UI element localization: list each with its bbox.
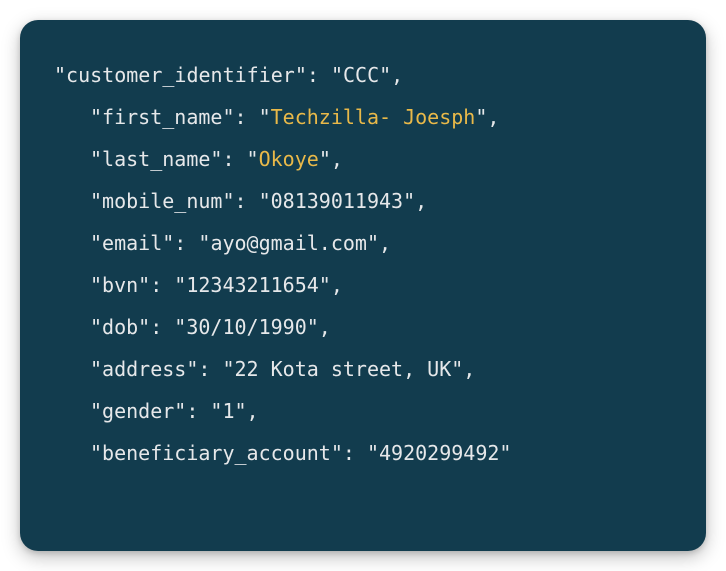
code-line: "last_name": "Okoye", xyxy=(54,138,672,180)
code-line: "bvn": "12343211654", xyxy=(54,264,672,306)
code-line: "email": "ayo@gmail.com", xyxy=(54,222,672,264)
json-value: 08139011943 xyxy=(271,189,403,213)
json-value: CCC xyxy=(343,63,379,87)
json-key: customer_identifier xyxy=(66,63,295,87)
json-key: address xyxy=(102,357,186,381)
code-line: "gender": "1", xyxy=(54,390,672,432)
json-key: bvn xyxy=(102,273,138,297)
code-line: "mobile_num": "08139011943", xyxy=(54,180,672,222)
json-key: mobile_num xyxy=(102,189,222,213)
code-line: "first_name": "Techzilla- Joesph", xyxy=(54,96,672,138)
json-value: 1 xyxy=(222,399,234,423)
json-value-highlighted: Techzilla- Joesph xyxy=(271,105,476,129)
json-code-block: "customer_identifier": "CCC", "first_nam… xyxy=(20,20,706,551)
json-value: 4920299492 xyxy=(379,441,499,465)
json-key: last_name xyxy=(102,147,210,171)
code-line: "customer_identifier": "CCC", xyxy=(54,54,672,96)
json-key: email xyxy=(102,231,162,255)
json-value: ayo@gmail.com xyxy=(210,231,367,255)
json-key: gender xyxy=(102,399,174,423)
json-key: first_name xyxy=(102,105,222,129)
code-line: "dob": "30/10/1990", xyxy=(54,306,672,348)
json-key: dob xyxy=(102,315,138,339)
json-value-highlighted: Okoye xyxy=(259,147,319,171)
json-value: 12343211654 xyxy=(186,273,318,297)
json-value: 22 Kota street, UK xyxy=(235,357,452,381)
json-value: 30/10/1990 xyxy=(186,315,306,339)
json-key: beneficiary_account xyxy=(102,441,331,465)
code-line: "address": "22 Kota street, UK", xyxy=(54,348,672,390)
code-line: "beneficiary_account": "4920299492" xyxy=(54,432,672,474)
